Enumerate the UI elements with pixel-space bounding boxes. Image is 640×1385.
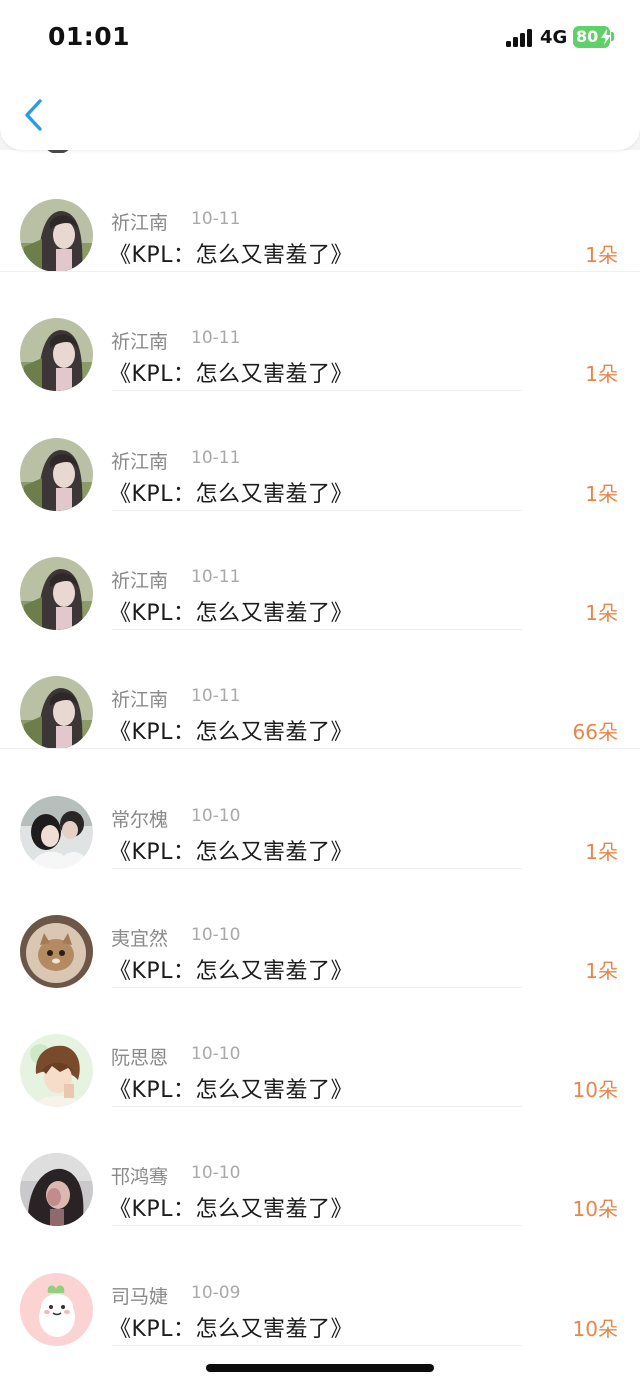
avatar[interactable] bbox=[20, 1034, 93, 1108]
sender-name: 常尔槐 bbox=[111, 808, 169, 831]
sender-name: 邗鸿骞 bbox=[111, 1166, 169, 1189]
list-item[interactable]: 祈江南 10-11 《KPL：怎么又害羞了》 66朵 bbox=[0, 630, 640, 750]
flower-count: 1朵 bbox=[585, 600, 618, 625]
work-title: 《KPL：怎么又害羞了》 bbox=[109, 481, 353, 507]
sender-name: 祈江南 bbox=[111, 569, 169, 592]
signal-icon bbox=[506, 29, 534, 47]
list-item[interactable]: 祈江南 10-11 《KPL：怎么又害羞了》 1朵 bbox=[0, 391, 640, 511]
avatar[interactable] bbox=[20, 914, 93, 988]
home-indicator[interactable] bbox=[206, 1364, 434, 1372]
flower-count: 1朵 bbox=[585, 958, 618, 983]
work-title: 《KPL：怎么又害羞了》 bbox=[109, 243, 353, 268]
work-title: 《KPL：怎么又害羞了》 bbox=[109, 839, 353, 865]
list-item[interactable]: 祈江南 10-11 《KPL：怎么又害羞了》 1朵 bbox=[0, 272, 640, 392]
battery-level: 80 bbox=[576, 27, 599, 46]
sent-date: 10-11 bbox=[191, 209, 241, 229]
sent-date: 10-10 bbox=[191, 1163, 241, 1184]
work-title: 《KPL：怎么又害羞了》 bbox=[109, 600, 353, 626]
chevron-left-icon bbox=[25, 99, 42, 131]
list-item[interactable]: 常尔槐 10-10 《KPL：怎么又害羞了》 1朵 bbox=[0, 749, 640, 869]
sender-name: 夷宜然 bbox=[111, 927, 169, 950]
sender-name: 祈江南 bbox=[111, 331, 169, 354]
flower-count: 10朵 bbox=[572, 1316, 618, 1341]
network-type: 4G bbox=[540, 27, 568, 48]
work-title: 《KPL：怎么又害羞了》 bbox=[109, 1316, 353, 1342]
list-item[interactable]: 司马婕 10-09 《KPL：怎么又害羞了》 10朵 bbox=[0, 1226, 640, 1346]
sent-date: 10-09 bbox=[191, 1282, 241, 1303]
sent-date: 10-11 bbox=[191, 447, 241, 468]
avatar[interactable] bbox=[20, 1153, 93, 1227]
avatar[interactable] bbox=[20, 676, 93, 750]
work-title: 《KPL：怎么又害羞了》 bbox=[109, 1197, 353, 1223]
top-header: 01:01 4G 80 bbox=[0, 0, 640, 150]
avatar[interactable] bbox=[20, 318, 93, 392]
sent-date: 10-10 bbox=[191, 924, 241, 945]
flower-count: 10朵 bbox=[572, 1197, 618, 1222]
list-item[interactable]: 祈江南 10-11 《KPL：怎么又害羞了》 1朵 bbox=[0, 510, 640, 630]
list-item[interactable]: 夷宜然 10-10 《KPL：怎么又害羞了》 1朵 bbox=[0, 868, 640, 988]
status-time: 01:01 bbox=[48, 22, 131, 51]
work-title: 《KPL：怎么又害羞了》 bbox=[109, 362, 353, 388]
avatar[interactable] bbox=[20, 556, 93, 630]
flower-count: 10朵 bbox=[572, 1078, 618, 1103]
flower-count: 1朵 bbox=[585, 481, 618, 506]
avatar[interactable] bbox=[20, 795, 93, 869]
sent-date: 10-11 bbox=[191, 686, 241, 707]
sender-name: 司马婕 bbox=[111, 1285, 169, 1308]
status-bar: 01:01 4G 80 bbox=[0, 0, 640, 78]
avatar[interactable] bbox=[20, 1272, 93, 1346]
avatar[interactable] bbox=[20, 199, 93, 272]
list-item[interactable]: 祈江南 10-11 《KPL：怎么又害羞了》 1朵 bbox=[0, 153, 640, 272]
divider bbox=[112, 1344, 522, 1346]
sent-date: 10-11 bbox=[191, 328, 241, 349]
flower-count: 66朵 bbox=[572, 720, 618, 745]
work-title: 《KPL：怎么又害羞了》 bbox=[109, 720, 353, 746]
work-title: 《KPL：怎么又害羞了》 bbox=[109, 1078, 353, 1104]
sender-name: 祈江南 bbox=[111, 450, 169, 473]
back-button[interactable] bbox=[18, 92, 52, 138]
work-title: 《KPL：怎么又害羞了》 bbox=[109, 958, 353, 984]
sender-name: 祈江南 bbox=[111, 212, 169, 234]
flower-count: 1朵 bbox=[585, 362, 618, 387]
sent-date: 10-11 bbox=[191, 566, 241, 587]
list-item[interactable]: 邗鸿骞 10-10 《KPL：怎么又害羞了》 10朵 bbox=[0, 1107, 640, 1227]
sent-date: 10-10 bbox=[191, 805, 241, 826]
charging-bolt-icon bbox=[601, 29, 611, 45]
sent-date: 10-10 bbox=[191, 1044, 241, 1065]
sender-name: 阮思恩 bbox=[111, 1047, 169, 1070]
flower-count: 1朵 bbox=[585, 243, 618, 267]
sender-name: 祈江南 bbox=[111, 689, 169, 712]
list-item[interactable]: 阮思恩 10-10 《KPL：怎么又害羞了》 10朵 bbox=[0, 988, 640, 1108]
flower-count: 1朵 bbox=[585, 839, 618, 864]
gift-record-list[interactable]: 祈江南 10-11 《KPL：怎么又害羞了》 1朵 祈江南 10-11 《KPL：怎么又害羞… bbox=[0, 150, 640, 1385]
avatar[interactable] bbox=[20, 437, 93, 511]
